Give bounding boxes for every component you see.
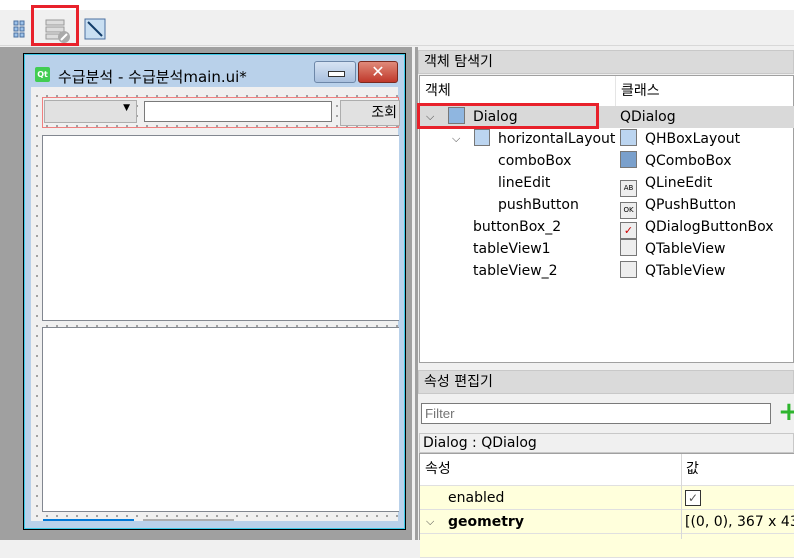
tree-row[interactable]: ⌵ horizontalLayout QHBoxLayout: [420, 128, 794, 150]
object-name: comboBox: [498, 153, 572, 169]
property-row-enabled[interactable]: enabled ✓: [420, 486, 794, 510]
property-name: geometry: [448, 514, 524, 530]
tree-row[interactable]: comboBox QComboBox: [420, 150, 794, 172]
line-edit[interactable]: [144, 101, 332, 122]
property-header-row: 속성 값: [420, 454, 794, 486]
highlight-box: [31, 5, 79, 46]
object-name: tableView_2: [473, 263, 558, 279]
column-header-property[interactable]: 속성: [425, 454, 451, 484]
chevron-down-icon: ▼: [123, 103, 130, 113]
chevron-down-icon[interactable]: ⌵: [426, 510, 434, 534]
class-name: QLineEdit: [645, 175, 713, 191]
tree-row[interactable]: pushButton OK QPushButton: [420, 194, 794, 219]
object-name: horizontalLayout: [498, 131, 616, 147]
property-table[interactable]: 속성 값 enabled ✓ ⌵ geometry [(0, 0), 367 x…: [419, 453, 794, 558]
combobox-icon: [620, 151, 637, 168]
object-name: pushButton: [498, 197, 579, 213]
add-icon[interactable]: +: [778, 399, 794, 425]
property-row-geometry[interactable]: ⌵ geometry [(0, 0), 367 x 434]: [420, 510, 794, 534]
class-name: QComboBox: [645, 153, 732, 169]
tree-row[interactable]: lineEdit AB QLineEdit: [420, 172, 794, 197]
table-view-icon: [620, 261, 637, 278]
hbox-layout-icon: [474, 129, 490, 146]
property-row[interactable]: [420, 534, 794, 558]
chevron-down-icon[interactable]: ⌵: [452, 128, 460, 150]
button-box-ok[interactable]: [43, 519, 134, 521]
selected-object-label: Dialog : QDialog: [419, 433, 794, 453]
class-name: QTableView: [645, 263, 726, 279]
toolbar: [0, 10, 794, 46]
dialog-button-box-icon: ✓: [620, 222, 637, 239]
property-value[interactable]: [(0, 0), 367 x 434]: [685, 510, 794, 534]
enabled-checkbox[interactable]: ✓: [685, 490, 701, 506]
property-name: enabled: [448, 490, 505, 506]
class-name: QDialog: [620, 109, 676, 125]
object-inspector-title: 객체 탐색기: [418, 50, 794, 74]
resize-icon[interactable]: [84, 18, 106, 40]
class-name: QHBoxLayout: [645, 131, 741, 147]
hbox-layout-icon: [620, 129, 637, 146]
class-name: QDialogButtonBox: [645, 219, 774, 235]
tree-row[interactable]: tableView_2 QTableView: [420, 260, 794, 282]
column-header-class[interactable]: 클래스: [616, 76, 794, 106]
query-button[interactable]: 조회: [340, 100, 400, 126]
class-name: QTableView: [645, 241, 726, 257]
filter-input[interactable]: [421, 403, 771, 424]
minimize-button[interactable]: [314, 61, 356, 83]
table-view-icon: [620, 239, 637, 256]
close-button[interactable]: ✕: [358, 61, 398, 83]
table-view-2[interactable]: [42, 327, 399, 512]
button-box-cancel[interactable]: [143, 519, 234, 521]
table-view-1[interactable]: [42, 135, 399, 321]
column-divider: [681, 454, 682, 539]
tree-row[interactable]: buttonBox_2 ✓ QDialogButtonBox: [420, 216, 794, 239]
object-name: buttonBox_2: [473, 219, 562, 235]
column-header-object[interactable]: 객체: [420, 76, 616, 106]
column-header-value[interactable]: 값: [686, 454, 699, 484]
class-name: QPushButton: [645, 197, 737, 213]
property-editor-title: 속성 편집기: [418, 370, 794, 394]
dialog-title: 수급분석 - 수급분석main.ui*: [58, 68, 247, 86]
combo-box[interactable]: ▼: [44, 100, 137, 123]
top-strip: [0, 0, 794, 10]
object-name: tableView1: [473, 241, 551, 257]
qt-app-icon: Qt: [35, 67, 50, 82]
tree-row[interactable]: tableView1 QTableView: [420, 238, 794, 260]
object-name: lineEdit: [498, 175, 551, 191]
highlight-box: [417, 103, 599, 129]
